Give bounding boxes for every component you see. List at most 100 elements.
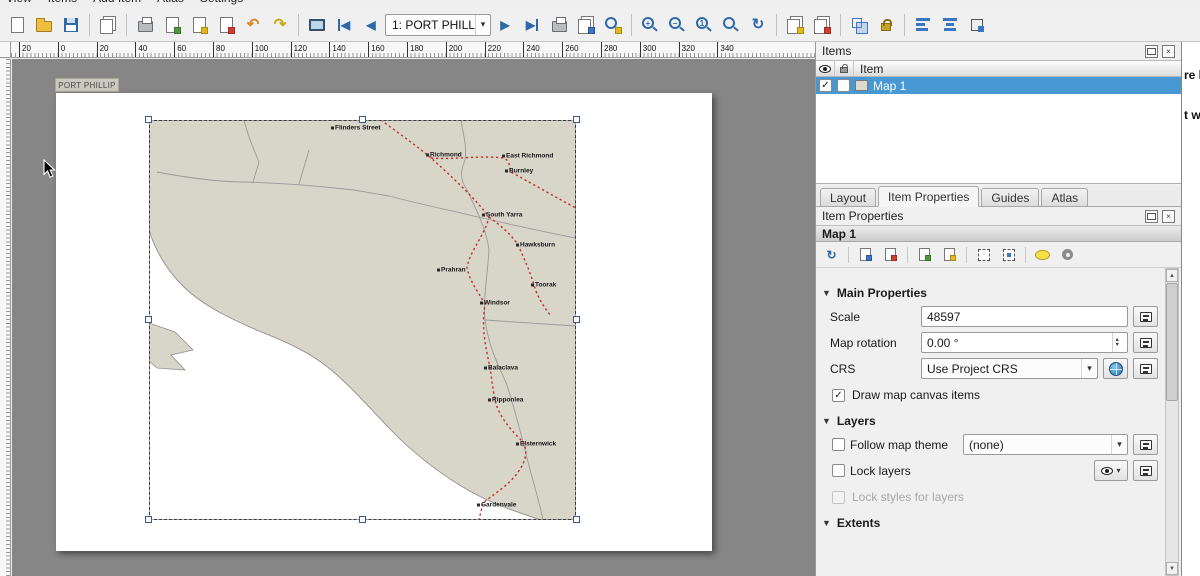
update-map-preview-button[interactable]: ↻ (820, 244, 843, 265)
crs-combo[interactable]: Use Project CRS ▾ (921, 358, 1098, 379)
tab-layout[interactable]: Layout (820, 188, 876, 206)
section-main-properties[interactable]: ▼ Main Properties (822, 286, 1166, 300)
undo-button[interactable]: ↶ (240, 12, 266, 38)
draw-canvas-items-checkbox[interactable]: ✓ (832, 389, 845, 402)
selection-handle[interactable] (145, 316, 152, 323)
close-panel-button[interactable]: × (1162, 45, 1175, 58)
map-theme-combo[interactable]: (none) ▾ (963, 434, 1128, 455)
clipping-settings-button[interactable] (1056, 244, 1079, 265)
labeling-settings-button[interactable] (1031, 244, 1054, 265)
scale-data-defined-button[interactable] (1133, 306, 1158, 327)
open-layout-button[interactable] (31, 12, 57, 38)
print-atlas-button[interactable] (546, 12, 572, 38)
atlas-preview-icon (309, 19, 325, 31)
scroll-down-button[interactable]: ▼ (1166, 562, 1178, 575)
selection-handle[interactable] (145, 116, 152, 123)
undock-panel-button[interactable] (1145, 45, 1158, 58)
zoom-in-button[interactable]: + (637, 12, 663, 38)
label-icon (1035, 250, 1050, 260)
export-image-button[interactable] (159, 12, 185, 38)
section-extents[interactable]: ▼ Extents (822, 516, 1166, 530)
lock-layers-checkbox[interactable] (832, 464, 845, 477)
atlas-settings-button[interactable] (600, 12, 626, 38)
zoom-actual-button[interactable]: 1 (691, 12, 717, 38)
lock-layers-data-defined-button[interactable] (1133, 460, 1158, 481)
lower-items-button[interactable] (809, 12, 835, 38)
move-content-button[interactable] (997, 244, 1020, 265)
selection-handle[interactable] (359, 516, 366, 523)
export-svg-button[interactable] (186, 12, 212, 38)
lock-items-button[interactable] (873, 12, 899, 38)
layout-canvas[interactable]: PORT PHILLIP (12, 59, 815, 576)
view-scale-in-canvas-button[interactable] (938, 244, 961, 265)
refresh-view-button[interactable]: ↻ (745, 12, 771, 38)
raise-items-button[interactable] (782, 12, 808, 38)
export-atlas-button[interactable] (573, 12, 599, 38)
set-extent-from-canvas-button[interactable] (854, 244, 877, 265)
crs-data-defined-button[interactable] (1133, 358, 1158, 379)
preview-atlas-button[interactable] (304, 12, 330, 38)
align-items-button[interactable] (910, 12, 936, 38)
properties-scrollbar[interactable]: ▲ ▼ (1165, 268, 1179, 576)
map-item[interactable]: Flinders StreetRichmondEast RichmondBurn… (149, 120, 576, 520)
selection-handle[interactable] (573, 516, 580, 523)
ruler-number: 180 (407, 44, 423, 53)
distribute-items-button[interactable] (937, 12, 963, 38)
new-layout-button[interactable] (4, 12, 30, 38)
zoom-full-button[interactable] (718, 12, 744, 38)
crs-select-button[interactable] (1103, 358, 1128, 379)
scroll-up-button[interactable]: ▲ (1166, 269, 1178, 282)
section-layers[interactable]: ▼ Layers (822, 414, 1166, 428)
previous-feature-button[interactable]: ◀ (358, 12, 384, 38)
station-label: Toorak (531, 282, 556, 289)
group-items-button[interactable] (846, 12, 872, 38)
menu-settings[interactable]: Settings (200, 0, 243, 5)
lock-column-header (835, 61, 854, 76)
spin-arrows[interactable]: ▲▼ (1112, 333, 1122, 352)
lock-styles-row: Lock styles for layers (832, 490, 1158, 504)
undock-panel-button[interactable] (1145, 210, 1158, 223)
close-panel-button[interactable]: × (1162, 210, 1175, 223)
edit-extent-button[interactable] (972, 244, 995, 265)
eye-icon (1101, 467, 1113, 475)
scale-input[interactable]: 48597 (921, 306, 1128, 327)
visibility-preset-button[interactable]: ▾ (1094, 460, 1128, 481)
selection-handle[interactable] (573, 116, 580, 123)
rotation-spinbox[interactable]: 0.00 ° ▲▼ (921, 332, 1128, 353)
menu-view[interactable]: View (6, 0, 32, 5)
theme-data-defined-button[interactable] (1133, 434, 1158, 455)
tab-item-properties[interactable]: Item Properties (878, 186, 979, 207)
menu-items[interactable]: Items (48, 0, 77, 5)
tab-guides[interactable]: Guides (981, 188, 1039, 206)
next-feature-button[interactable]: ▶ (492, 12, 518, 38)
save-project-button[interactable] (58, 12, 84, 38)
next-feature-icon: ▶ (500, 19, 509, 31)
last-feature-button[interactable]: ▶ (519, 12, 545, 38)
selection-handle[interactable] (573, 316, 580, 323)
follow-map-theme-checkbox[interactable] (832, 438, 845, 451)
atlas-feature-combo[interactable]: 1: PORT PHILLIP ▾ (385, 14, 491, 36)
layout-page[interactable]: Flinders StreetRichmondEast RichmondBurn… (56, 93, 712, 551)
item-lock-checkbox[interactable] (837, 79, 850, 92)
first-feature-button[interactable]: ◀ (331, 12, 357, 38)
selection-handle[interactable] (145, 516, 152, 523)
item-row-map-1[interactable]: ✓ Map 1 (816, 77, 1181, 94)
rotation-data-defined-button[interactable] (1133, 332, 1158, 353)
redo-button[interactable]: ↷ (267, 12, 293, 38)
zoom-out-button[interactable]: − (664, 12, 690, 38)
export-pdf-button[interactable] (213, 12, 239, 38)
view-extent-in-canvas-button[interactable] (879, 244, 902, 265)
tab-atlas[interactable]: Atlas (1041, 188, 1088, 206)
scrollbar-thumb[interactable] (1166, 283, 1178, 401)
toolbar-separator (907, 247, 908, 263)
menu-add-item[interactable]: Add Item (93, 0, 141, 5)
item-visibility-checkbox[interactable]: ✓ (819, 79, 832, 92)
lock-styles-checkbox[interactable] (832, 491, 845, 504)
menu-atlas[interactable]: Atlas (157, 0, 184, 5)
duplicate-layout-button[interactable] (95, 12, 121, 38)
selection-handle[interactable] (359, 116, 366, 123)
set-scale-from-canvas-button[interactable] (913, 244, 936, 265)
print-layout-button[interactable] (132, 12, 158, 38)
resize-items-button[interactable] (964, 12, 990, 38)
draw-canvas-items-row: ✓ Draw map canvas items (832, 388, 1158, 402)
